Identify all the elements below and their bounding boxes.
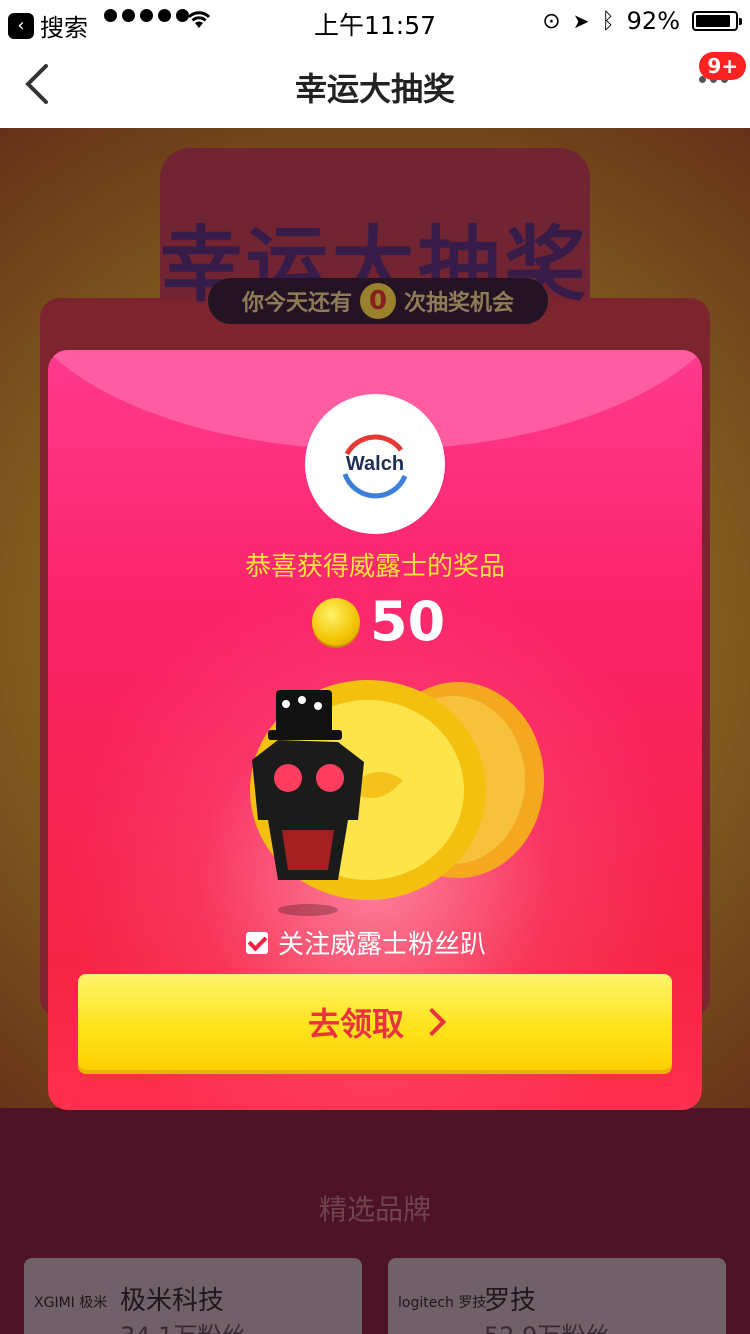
claim-label: 去领取	[307, 1005, 404, 1043]
prize-amount-value: 50	[370, 590, 446, 653]
location-icon: ➤	[572, 9, 590, 33]
prize-modal: Walch 恭喜获得威露士的奖品 50 关注威露士粉丝趴 去领取	[48, 350, 702, 1110]
orientation-lock-icon: ⊙	[542, 8, 561, 34]
follow-checkbox[interactable]: 关注威露士粉丝趴	[246, 924, 486, 961]
coin-icon	[312, 597, 360, 646]
battery-percent: 92%	[626, 7, 680, 35]
status-bar: ‹ 搜索 上午11:57 ⊙ ➤ ᛒ 92%	[0, 0, 750, 42]
nav-bar: 幸运大抽奖 9+	[0, 40, 750, 128]
walch-logo-icon: Walch	[342, 434, 408, 499]
bluetooth-icon: ᛒ	[601, 8, 615, 34]
prize-amount: 50	[312, 590, 445, 653]
battery-icon	[692, 11, 742, 31]
notification-badge: 9+	[699, 52, 746, 80]
brand-logo-circle: Walch	[305, 394, 445, 534]
checkbox-checked-icon[interactable]	[246, 931, 268, 954]
claim-button[interactable]: 去领取	[78, 974, 672, 1070]
congrats-text: 恭喜获得威露士的奖品	[244, 552, 505, 582]
brand-logo-text: Walch	[346, 453, 404, 475]
page-title: 幸运大抽奖	[294, 70, 455, 108]
cat-with-coins-illustration	[250, 680, 544, 916]
chevron-right-icon	[417, 1007, 447, 1037]
follow-label: 关注威露士粉丝趴	[278, 930, 487, 960]
